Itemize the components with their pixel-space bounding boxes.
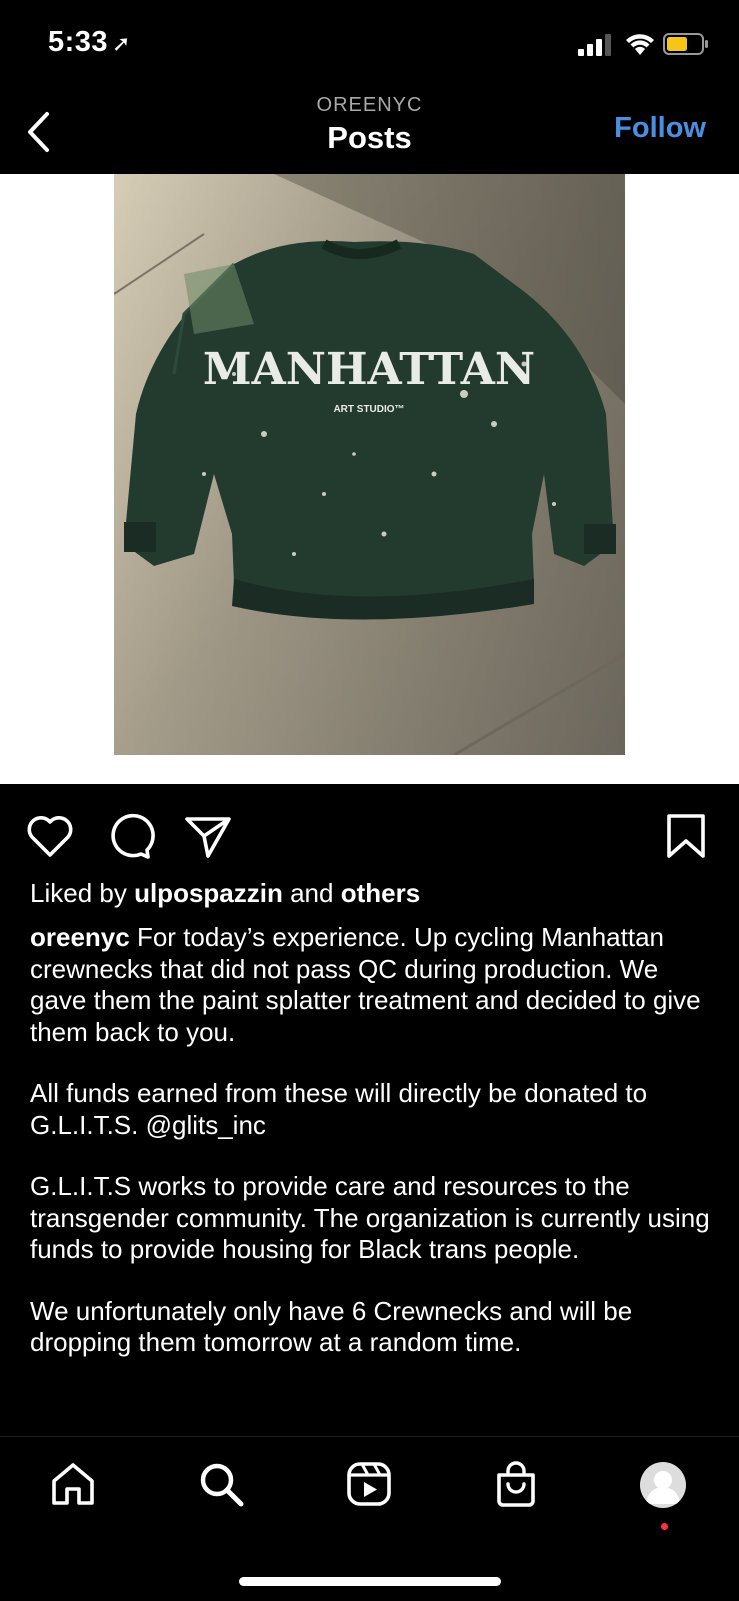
notification-dot <box>661 1523 668 1530</box>
search-icon[interactable] <box>196 1459 246 1509</box>
signal-icon <box>578 34 611 56</box>
time-text: 5:33 <box>48 26 109 58</box>
sweater-sub-text: ART STUDIO™ <box>333 404 404 415</box>
caption-text-4: We unfortunately only have 6 Crewnecks a… <box>30 1295 633 1358</box>
comment-icon[interactable] <box>103 810 155 862</box>
caption-text-1: For today’s experience. Up cycling Manha… <box>30 922 701 1047</box>
sweater-print-text: MANHATTAN <box>203 344 535 395</box>
liked-by-user[interactable]: ulpospazzin <box>134 878 283 908</box>
post-header: OREENYC Posts Follow <box>0 90 739 174</box>
caption-text-2: All funds earned from these will directl… <box>30 1078 648 1140</box>
follow-button[interactable]: Follow <box>614 112 706 145</box>
home-indicator[interactable] <box>239 1577 501 1586</box>
home-icon[interactable] <box>48 1459 98 1509</box>
share-icon[interactable] <box>182 810 234 862</box>
battery-icon <box>663 33 708 55</box>
caption-username[interactable]: oreenyc <box>30 922 130 952</box>
wifi-icon <box>626 34 654 55</box>
caption-paragraph: oreenyc For today’s experience. Up cycli… <box>30 922 720 1048</box>
post-media: MANHATTAN ART STUDIO™ <box>0 174 739 784</box>
likes-and: and <box>290 878 334 908</box>
location-arrow-icon: ➚ <box>112 31 131 56</box>
likes-line: Liked by ulpospazzin and others <box>30 878 420 909</box>
reels-icon[interactable] <box>344 1459 394 1509</box>
likes-prefix: Liked by <box>30 878 127 908</box>
status-bar: 5:33 ➚ <box>0 0 739 90</box>
heart-icon[interactable] <box>24 810 76 862</box>
shop-icon[interactable] <box>491 1459 541 1509</box>
liked-by-others[interactable]: others <box>341 878 420 908</box>
post-actions <box>0 784 739 884</box>
bookmark-icon[interactable] <box>660 810 712 862</box>
post-caption: oreenyc For today’s experience. Up cycli… <box>30 922 720 1389</box>
status-time: 5:33 ➚ <box>48 26 131 59</box>
post-photo[interactable]: MANHATTAN ART STUDIO™ <box>114 174 625 755</box>
bottom-nav <box>0 1436 739 1601</box>
caption-text-3: G.L.I.T.S works to provide care and reso… <box>30 1171 710 1264</box>
profile-avatar[interactable] <box>640 1462 686 1508</box>
